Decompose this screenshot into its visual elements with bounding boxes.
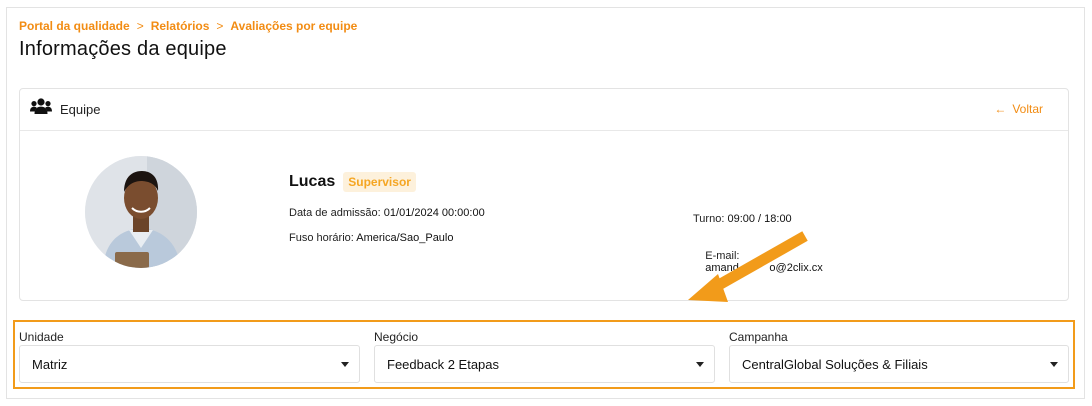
shift: Turno: 09:00 / 18:00: [693, 213, 792, 225]
breadcrumb-item-relatorios[interactable]: Relatórios: [151, 19, 210, 33]
unit-select-value: Matriz: [32, 356, 68, 372]
campaign-label: Campanha: [729, 330, 788, 344]
timezone-value: America/Sao_Paulo: [356, 232, 454, 244]
business-select[interactable]: Feedback 2 Etapas: [374, 345, 715, 383]
business-select-value: Feedback 2 Etapas: [387, 356, 500, 372]
avatar: [85, 156, 197, 268]
unit-select[interactable]: Matriz: [19, 345, 360, 383]
email-label: E-mail:: [705, 250, 740, 262]
breadcrumb-separator: >: [136, 19, 144, 33]
team-card-title: Equipe: [60, 102, 101, 117]
profile-name: Lucas: [289, 173, 336, 190]
avatar-photo: [85, 156, 197, 268]
timezone-label: Fuso horário:: [289, 232, 354, 244]
email: E-mail: amand o@2clix.cx: [693, 238, 823, 286]
filters-panel: Unidade Matriz Negócio Feedback 2 Etapas…: [13, 320, 1075, 389]
back-button[interactable]: ← Voltar: [994, 102, 1043, 116]
chevron-down-icon: [341, 362, 349, 367]
team-card: Equipe ← Voltar Lucas Supervisor Data de…: [19, 88, 1069, 301]
unit-label: Unidade: [19, 330, 64, 344]
arrow-left-icon: ←: [994, 102, 1007, 116]
shift-value: 09:00 / 18:00: [727, 213, 792, 225]
admission-date: Data de admissão: 01/01/2024 00:00:00: [289, 207, 485, 219]
breadcrumb-item-portal[interactable]: Portal da qualidade: [19, 19, 130, 33]
email-value: amand o@2clix.cx: [705, 262, 823, 274]
admission-label: Data de admissão:: [289, 207, 381, 219]
team-icon: [30, 98, 52, 114]
breadcrumb-item-avaliacoes[interactable]: Avaliações por equipe: [230, 19, 357, 33]
page-title: Informações da equipe: [19, 38, 227, 60]
shift-label: Turno:: [693, 213, 725, 225]
chevron-down-icon: [1050, 362, 1058, 367]
admission-value: 01/01/2024 00:00:00: [383, 207, 485, 219]
back-button-label: Voltar: [1012, 102, 1043, 116]
timezone: Fuso horário: America/Sao_Paulo: [289, 232, 454, 244]
role-badge: Supervisor: [343, 172, 416, 192]
profile-name-row: Lucas Supervisor: [289, 172, 416, 192]
campaign-select[interactable]: CentralGlobal Soluções & Filiais: [729, 345, 1069, 383]
chevron-down-icon: [696, 362, 704, 367]
team-card-header: Equipe ← Voltar: [20, 89, 1068, 131]
breadcrumb-separator: >: [216, 19, 224, 33]
breadcrumb: Portal da qualidade > Relatórios > Avali…: [19, 19, 357, 33]
campaign-select-value: CentralGlobal Soluções & Filiais: [742, 356, 928, 372]
business-label: Negócio: [374, 330, 419, 344]
